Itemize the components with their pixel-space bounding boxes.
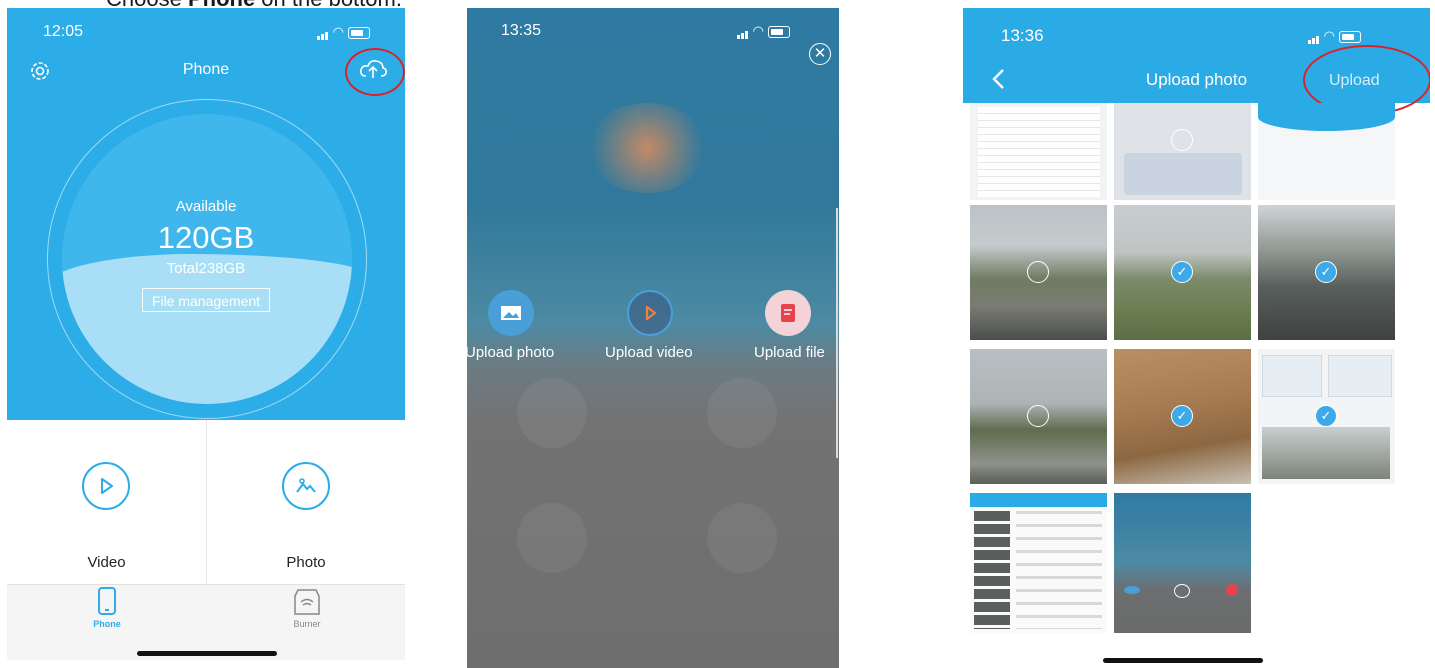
close-icon[interactable]: ✕ [809,43,831,65]
photo-icon [282,462,330,510]
status-time: 12:05 [43,23,84,40]
burner-icon [294,589,320,615]
thumbnail[interactable] [1258,103,1395,200]
phone-storage-screen: 12:05 ◠ Phone Available 120GB Total238GB… [7,8,405,660]
thumbnail[interactable] [970,349,1107,484]
upload-photo-label[interactable]: Upload photo [467,344,554,361]
play-icon [82,462,130,510]
tab-burner[interactable]: Burner [267,585,347,635]
home-indicator [137,651,277,656]
total-label: Total238GB [166,260,246,277]
image-icon[interactable] [488,290,534,336]
home-indicator [1103,658,1263,663]
thumbnail[interactable] [970,493,1107,633]
wifi-icon: ◠ [752,23,764,38]
available-value: 120GB [157,220,255,255]
available-label: Available [175,198,237,215]
thumbnail[interactable] [970,103,1107,200]
video-tile[interactable]: Video [7,420,206,584]
status-icons: ◠ [737,23,790,39]
status-icons: ◠ [1308,28,1361,44]
thumbnail[interactable] [1114,103,1251,200]
battery-icon [767,25,790,38]
photo-label: Photo [286,554,326,571]
blurred-shape [517,378,587,448]
blurred-shape [707,503,777,573]
file-management-button[interactable]: File management [142,288,270,312]
thumbnail[interactable] [970,205,1107,340]
blurred-shape [517,503,587,573]
select-checkbox-checked[interactable]: ✓ [1315,261,1337,283]
select-checkbox[interactable] [1027,261,1049,283]
file-icon[interactable] [765,290,811,336]
tab-burner-label: Burner [293,619,321,629]
phone-icon [98,587,116,615]
battery-icon [1338,30,1361,43]
select-checkbox[interactable] [1171,129,1193,151]
signal-icon [737,23,749,39]
scroll-indicator [836,208,838,458]
thumbnail[interactable]: ✓ [1258,349,1395,484]
blurred-avatar [587,103,707,193]
select-checkbox-checked[interactable]: ✓ [1315,405,1337,427]
video-label: Video [87,554,126,571]
tab-bar: Phone Burner [7,584,405,660]
wifi-icon: ◠ [1323,28,1335,43]
signal-icon [1308,28,1320,44]
tab-phone-label: Phone [93,619,121,629]
cloud-upload-icon[interactable] [359,58,387,80]
select-checkbox-checked[interactable]: ✓ [1171,261,1193,283]
upload-button[interactable]: Upload [1329,72,1380,90]
upload-video-label[interactable]: Upload video [605,344,693,361]
status-icons: ◠ [317,24,370,40]
photo-tile[interactable]: Photo [207,420,405,584]
thumbnail[interactable]: ✓ [1258,205,1395,340]
wifi-icon: ◠ [332,24,344,39]
upload-file-label[interactable]: Upload file [754,344,825,361]
blurred-shape [707,378,777,448]
storage-gauge [62,114,352,404]
upload-photo-screen: 13:36 ◠ Upload photo Upload ✓ ✓ ✓ ✓ [963,8,1430,668]
signal-icon [317,24,329,40]
select-checkbox[interactable] [1027,405,1049,427]
battery-icon [347,26,370,39]
status-time: 13:36 [1001,26,1044,45]
thumbnail[interactable]: ✓ [1114,205,1251,340]
thumbnail[interactable] [1114,493,1251,633]
select-checkbox-checked[interactable]: ✓ [1171,405,1193,427]
upload-menu-screen: 13:35 ◠ ✕ Upload photo Upload video Uplo… [467,8,839,668]
play-icon[interactable] [627,290,673,336]
tab-phone[interactable]: Phone [67,585,147,635]
thumbnail[interactable]: ✓ [1114,349,1251,484]
status-time: 13:35 [501,22,542,39]
